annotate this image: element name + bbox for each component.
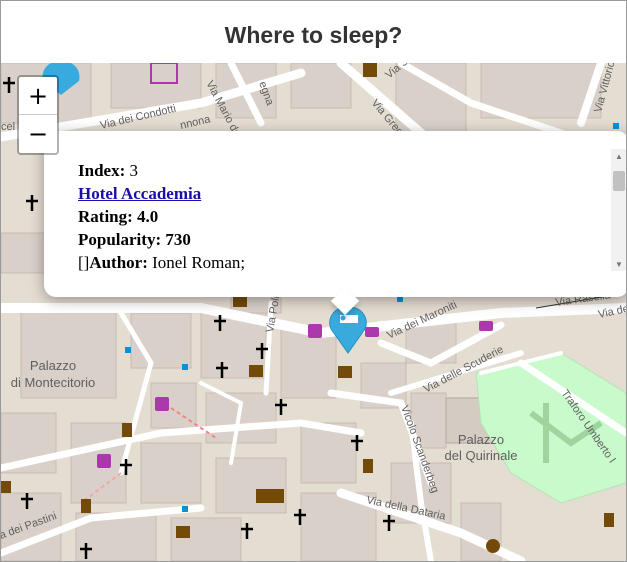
- label-palazzo-montecitorio-1: Palazzo: [30, 358, 76, 373]
- label-palazzo-quirinale-1: Palazzo: [458, 432, 504, 447]
- author-label: Author:: [89, 253, 148, 272]
- popup-content: Index: 3 Hotel Accademia Rating: 4.0 Pop…: [78, 159, 245, 274]
- rating-label: Rating:: [78, 207, 133, 226]
- page-title: Where to sleep?: [224, 22, 403, 48]
- popularity-value: 730: [165, 230, 191, 249]
- author-prefix: []: [78, 253, 90, 272]
- scroll-down-arrow-icon[interactable]: ▼: [611, 257, 626, 271]
- hotel-popup: Index: 3 Hotel Accademia Rating: 4.0 Pop…: [44, 131, 626, 316]
- label-palazzo-montecitorio-2: di Montecitorio: [11, 375, 96, 390]
- hotel-link[interactable]: Hotel Accademia: [78, 184, 201, 203]
- zoom-out-button[interactable]: −: [19, 115, 57, 152]
- author-value: Ionel Roman;: [152, 253, 246, 272]
- label-cel: cel: [1, 121, 15, 133]
- label-palazzo-quirinale-2: del Quirinale: [445, 448, 518, 463]
- popularity-label: Popularity:: [78, 230, 162, 249]
- app-frame: Where to sleep? Via dei Condotti nnona c…: [0, 0, 627, 562]
- label-nnona: nnona: [179, 113, 212, 132]
- index-label: Index:: [78, 161, 126, 180]
- index-value: 3: [129, 161, 138, 180]
- zoom-control: + −: [17, 75, 59, 155]
- zoom-in-button[interactable]: +: [19, 77, 57, 115]
- scroll-thumb[interactable]: [613, 171, 625, 191]
- scroll-up-arrow-icon[interactable]: ▲: [611, 149, 626, 163]
- popup-scrollbar[interactable]: ▲ ▼: [611, 149, 626, 271]
- rating-value: 4.0: [137, 207, 159, 226]
- header: Where to sleep?: [1, 1, 626, 63]
